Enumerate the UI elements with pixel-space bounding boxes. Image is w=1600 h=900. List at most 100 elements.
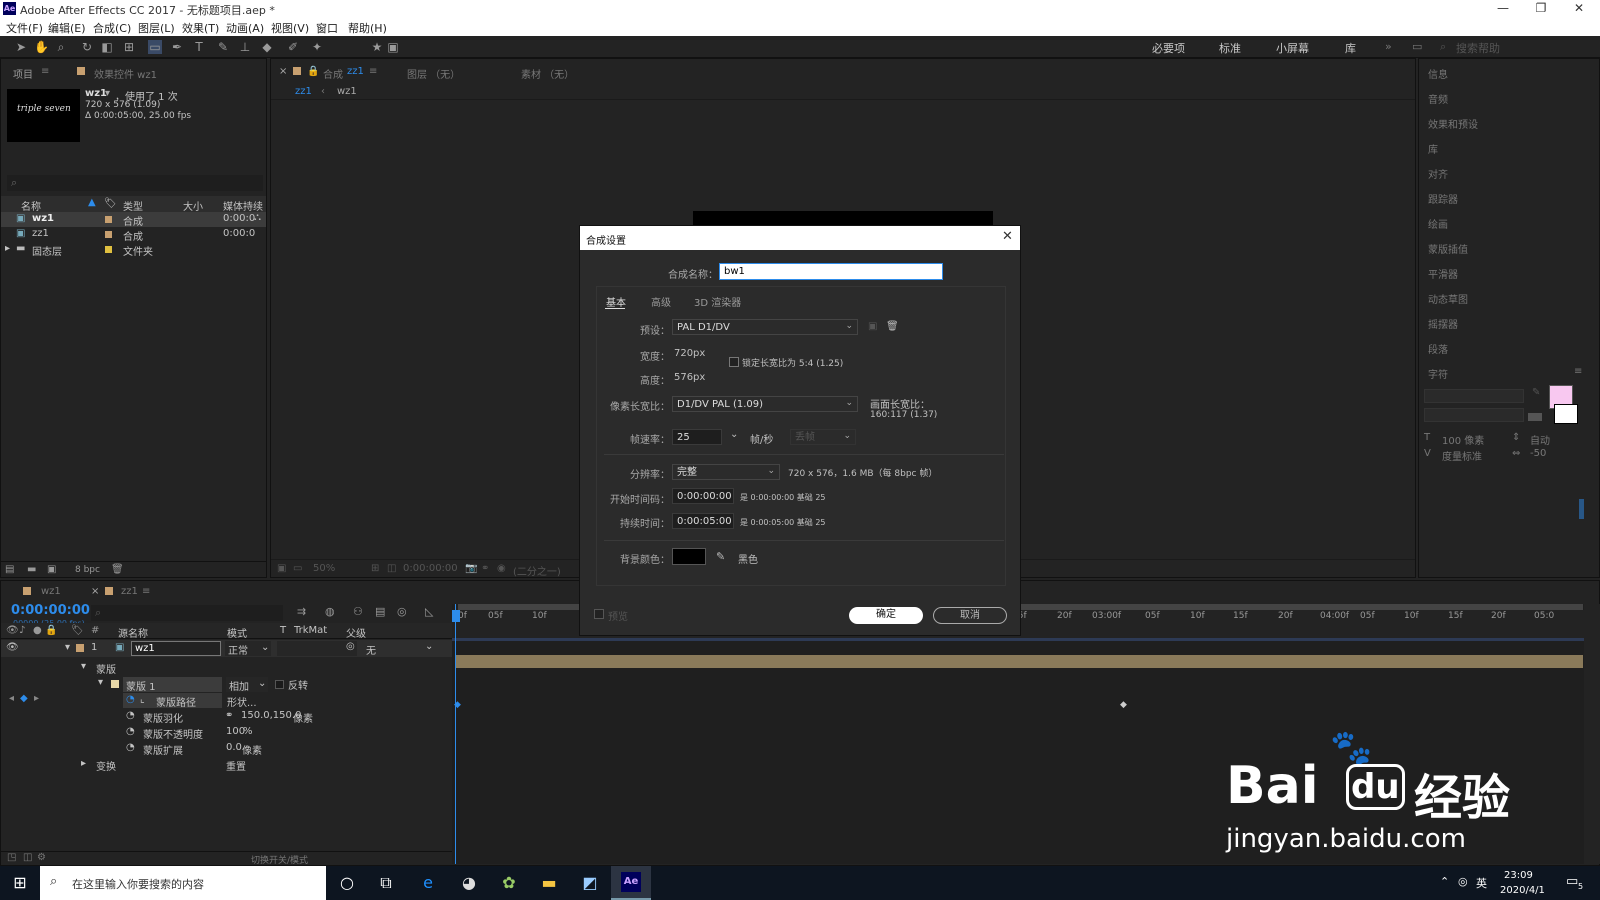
layer-name-field[interactable]: wz1 xyxy=(131,641,221,656)
tab-zz1[interactable]: zz1 xyxy=(121,586,138,597)
tab-3d-renderer[interactable]: 3D 渲染器 xyxy=(694,294,741,309)
stroke-color-swatch[interactable] xyxy=(1554,404,1578,424)
channel-icon[interactable]: ◉ xyxy=(497,563,506,574)
tab-project[interactable]: 项目 xyxy=(13,66,33,81)
chevron-down-icon[interactable]: ⌄ xyxy=(425,641,433,652)
timeline-search-input[interactable]: ⌕ xyxy=(91,605,283,621)
comp-name-input[interactable] xyxy=(719,263,943,280)
panel-library[interactable]: 库 xyxy=(1428,141,1438,156)
panel-paragraph[interactable]: 段落 xyxy=(1428,341,1448,356)
panel-wiggler[interactable]: 摇摆器 xyxy=(1428,316,1458,331)
anchor-tool-icon[interactable]: ⊞ xyxy=(122,40,136,54)
menu-effect[interactable]: 效果(T) xyxy=(182,20,219,36)
col-type[interactable]: 类型 xyxy=(123,198,143,213)
item-dropdown-icon[interactable]: ▾ xyxy=(105,88,110,99)
duration-input[interactable]: 0:00:05:00 xyxy=(672,513,734,529)
label-color-icon[interactable] xyxy=(76,644,84,652)
lock-col-icon[interactable]: 🔒 xyxy=(45,625,57,636)
kerning-value[interactable]: 度量标准 xyxy=(1442,448,1482,463)
mask-toggle-icon[interactable]: ◫ xyxy=(387,563,396,574)
project-row[interactable]: ▣ zz1 合成 0:00:0 xyxy=(1,227,266,243)
timeline-current-time[interactable]: 0:00:00:00 xyxy=(11,603,90,618)
delete-icon[interactable]: 🗑 xyxy=(111,564,124,575)
menu-window[interactable]: 窗口 xyxy=(316,20,338,36)
workspace-essentials[interactable]: 必要项 xyxy=(1152,40,1185,56)
tab-menu-icon[interactable]: ≡ xyxy=(369,66,377,77)
panel-effects-presets[interactable]: 效果和预设 xyxy=(1428,116,1478,131)
restore-button[interactable]: ❐ xyxy=(1526,1,1556,17)
resolution-select[interactable]: 完整 ⌄ xyxy=(672,464,780,480)
font-size-value[interactable]: 100 像素 xyxy=(1442,432,1484,447)
col-name[interactable]: 名称 xyxy=(21,198,41,213)
expand-arrow-icon[interactable]: ▸ xyxy=(81,758,86,769)
close-window-button[interactable]: ✕ xyxy=(1564,1,1594,17)
zoom-select[interactable]: 50% xyxy=(313,563,335,574)
link-icon[interactable]: ⚭ xyxy=(225,710,233,721)
trkmat-select[interactable] xyxy=(277,641,357,656)
invert-checkbox[interactable] xyxy=(275,680,284,689)
show-snapshot-icon[interactable]: ⚭ xyxy=(481,563,489,574)
draft-3d-icon[interactable]: ◍ xyxy=(325,605,335,618)
project-row[interactable]: ▣ wz1 合成 0:00:0 ⛬ xyxy=(1,212,266,228)
col-t[interactable]: T xyxy=(280,625,286,636)
mask-path-value[interactable]: 形状... xyxy=(227,694,257,709)
col-trkmat[interactable]: TrkMat xyxy=(294,625,327,636)
leading-value[interactable]: 自动 xyxy=(1530,432,1550,447)
frame-blend-icon[interactable]: ▤ xyxy=(375,605,385,618)
text-tool-icon[interactable]: T xyxy=(192,40,206,54)
breadcrumb-wz1[interactable]: wz1 xyxy=(337,86,357,97)
grid-icon[interactable]: ⊞ xyxy=(371,563,379,574)
black-swatch[interactable] xyxy=(1528,413,1542,421)
panel-tracker[interactable]: 跟踪器 xyxy=(1428,191,1458,206)
transfer-icon[interactable]: ◫ xyxy=(23,852,32,863)
always-preview-icon[interactable]: ▣ xyxy=(277,563,286,574)
audio-col-icon[interactable]: ♪ xyxy=(19,625,25,636)
minimize-button[interactable]: — xyxy=(1488,1,1518,17)
keyframe-icon[interactable]: ◆ xyxy=(1120,700,1127,710)
mask-rect-tool-icon[interactable]: ▭ xyxy=(148,40,162,54)
tab-advanced[interactable]: 高级 xyxy=(651,294,671,309)
project-search-input[interactable]: ⌕ xyxy=(7,175,263,191)
mask1-name-field[interactable]: 蒙版 1 xyxy=(123,677,222,693)
tab-menu-icon[interactable]: ≡ xyxy=(142,586,150,597)
tab-effect-controls[interactable]: 效果控件 wz1 xyxy=(94,66,157,81)
edge-icon[interactable]: e xyxy=(417,872,439,894)
panel-mask-interp[interactable]: 蒙版插值 xyxy=(1428,241,1468,256)
mask-mode-select[interactable]: 相加 ⌄ xyxy=(226,677,268,693)
new-comp-icon[interactable]: ▣ xyxy=(47,564,56,575)
tab-basic[interactable]: 基本 xyxy=(606,294,626,309)
tray-chevron-icon[interactable]: ⌃ xyxy=(1440,875,1449,888)
toggle-switches-modes[interactable]: 切换开关/模式 xyxy=(251,853,308,866)
tab-footage[interactable]: 素材 （无） xyxy=(521,66,574,81)
col-size[interactable]: 大小 xyxy=(183,198,203,213)
clone-tool-icon[interactable]: ⊥ xyxy=(238,40,252,54)
close-tab-icon[interactable]: × xyxy=(91,586,99,597)
col-source-name[interactable]: 源名称 xyxy=(118,625,148,640)
panel-character[interactable]: 字符 xyxy=(1428,366,1448,381)
tab-menu-icon[interactable]: ≡ xyxy=(41,66,49,77)
bpc-label[interactable]: 8 bpc xyxy=(75,565,100,575)
timeline-scrollbar[interactable] xyxy=(1584,604,1600,864)
col-parent[interactable]: 父级 xyxy=(346,625,366,640)
pixel-aspect-select[interactable]: D1/DV PAL (1.09) ⌄ xyxy=(672,396,858,412)
interpret-icon[interactable]: ▤ xyxy=(5,564,14,575)
camera-tool-icon[interactable]: ◧ xyxy=(100,40,114,54)
frame-rate-input[interactable]: 25 xyxy=(672,429,722,445)
flowchart-icon[interactable]: ⛬ xyxy=(254,212,261,223)
graph-editor-icon[interactable]: ◺ xyxy=(425,605,433,618)
video-col-icon[interactable]: 👁 xyxy=(6,625,19,636)
col-mode[interactable]: 模式 xyxy=(227,625,247,640)
mode-select[interactable]: 正常 ⌄ xyxy=(225,641,271,657)
frame-rate-dropdown-icon[interactable]: ⌄ xyxy=(730,429,738,440)
mask-color-swatch[interactable] xyxy=(111,680,119,688)
tab-composition[interactable]: 合成 xyxy=(323,66,343,81)
taskbar-search[interactable]: ⌕ 在这里输入你要搜索的内容 xyxy=(40,866,326,900)
pickwhip-icon[interactable]: ◎ xyxy=(346,641,355,652)
selection-tool-icon[interactable]: ➤ xyxy=(14,40,28,54)
scroll-indicator[interactable] xyxy=(1579,499,1584,519)
prev-keyframe-icon[interactable]: ◂ xyxy=(9,693,14,704)
mask-expansion-value[interactable]: 0.0 xyxy=(226,742,242,753)
layer-switches-icon[interactable]: ◳ xyxy=(7,852,16,863)
layer-row[interactable]: 👁 ▾ 1 ▣ wz1 正常 ⌄ ◎ 无 ⌄ xyxy=(1,640,453,657)
cortana-icon[interactable]: ○ xyxy=(336,872,358,894)
